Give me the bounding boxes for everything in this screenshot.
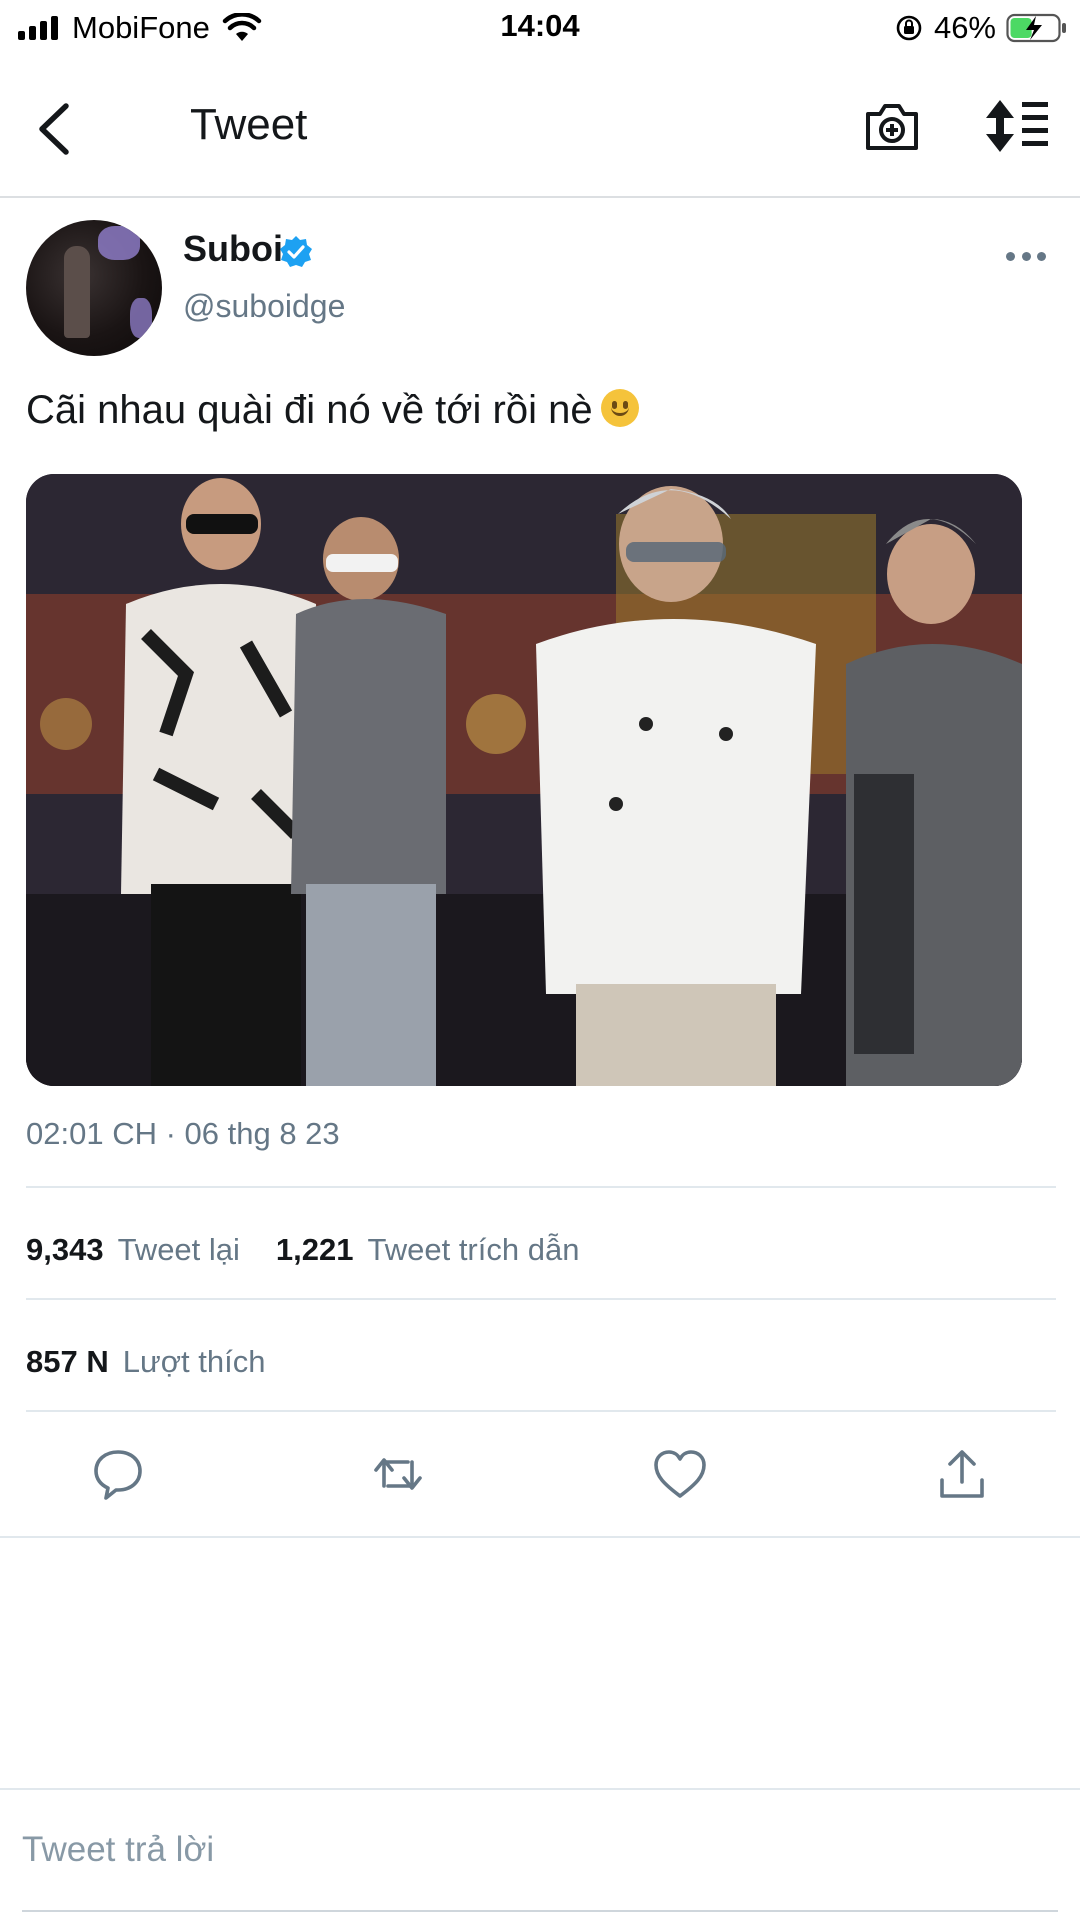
slightly-smiling-face-icon: [600, 389, 639, 427]
retweet-count[interactable]: 9,343: [26, 1232, 104, 1268]
tweet-media-photo[interactable]: [26, 474, 1022, 1086]
retweet-label[interactable]: Tweet lại: [118, 1232, 240, 1268]
tweet-text-content: Cãi nhau quài đi nó về tới rồi nè: [26, 388, 593, 432]
divider: [0, 1536, 1080, 1538]
sort-replies-icon[interactable]: [984, 96, 1050, 156]
page-title: Tweet: [190, 100, 308, 149]
nav-header: Tweet: [0, 60, 1080, 198]
tweet-text: Cãi nhau quài đi nó về tới rồi nè: [26, 388, 639, 433]
photo-content: [26, 474, 1022, 1086]
reply-input[interactable]: Tweet trả lời: [22, 1830, 214, 1870]
verified-badge-icon: [280, 236, 312, 267]
share-icon[interactable]: [934, 1446, 990, 1502]
author-name[interactable]: Suboi: [183, 228, 283, 270]
like-label[interactable]: Lượt thích: [123, 1344, 266, 1380]
more-options-icon[interactable]: [1006, 252, 1046, 264]
tweet-timestamp[interactable]: 02:01 CH · 06 thg 8 23: [26, 1116, 340, 1152]
divider: [26, 1298, 1056, 1300]
like-stats-row: 857 N Lượt thích: [26, 1344, 266, 1380]
back-arrow-icon[interactable]: [30, 98, 82, 160]
like-count[interactable]: 857 N: [26, 1344, 109, 1380]
retweet-icon[interactable]: [370, 1446, 426, 1502]
quote-count[interactable]: 1,221: [276, 1232, 354, 1268]
avatar[interactable]: [26, 220, 162, 356]
author-handle[interactable]: @suboidge: [183, 288, 345, 325]
rotation-lock-icon: [896, 15, 922, 41]
status-bar: MobiFone 14:04 46%: [0, 0, 1080, 56]
battery-charging-icon: [1006, 13, 1066, 43]
tweet-actions-bar: [0, 1412, 1080, 1536]
retweet-stats-row: 9,343 Tweet lại 1,221 Tweet trích dẫn: [26, 1232, 579, 1268]
reply-icon[interactable]: [90, 1446, 146, 1502]
like-heart-icon[interactable]: [652, 1446, 708, 1502]
camera-add-icon[interactable]: [862, 96, 922, 156]
divider: [26, 1186, 1056, 1188]
reply-composer: Tweet trả lời: [0, 1788, 1080, 1920]
battery-percent: 46%: [933, 10, 996, 45]
status-right: 46%: [894, 8, 1068, 48]
quote-label[interactable]: Tweet trích dẫn: [368, 1232, 580, 1268]
